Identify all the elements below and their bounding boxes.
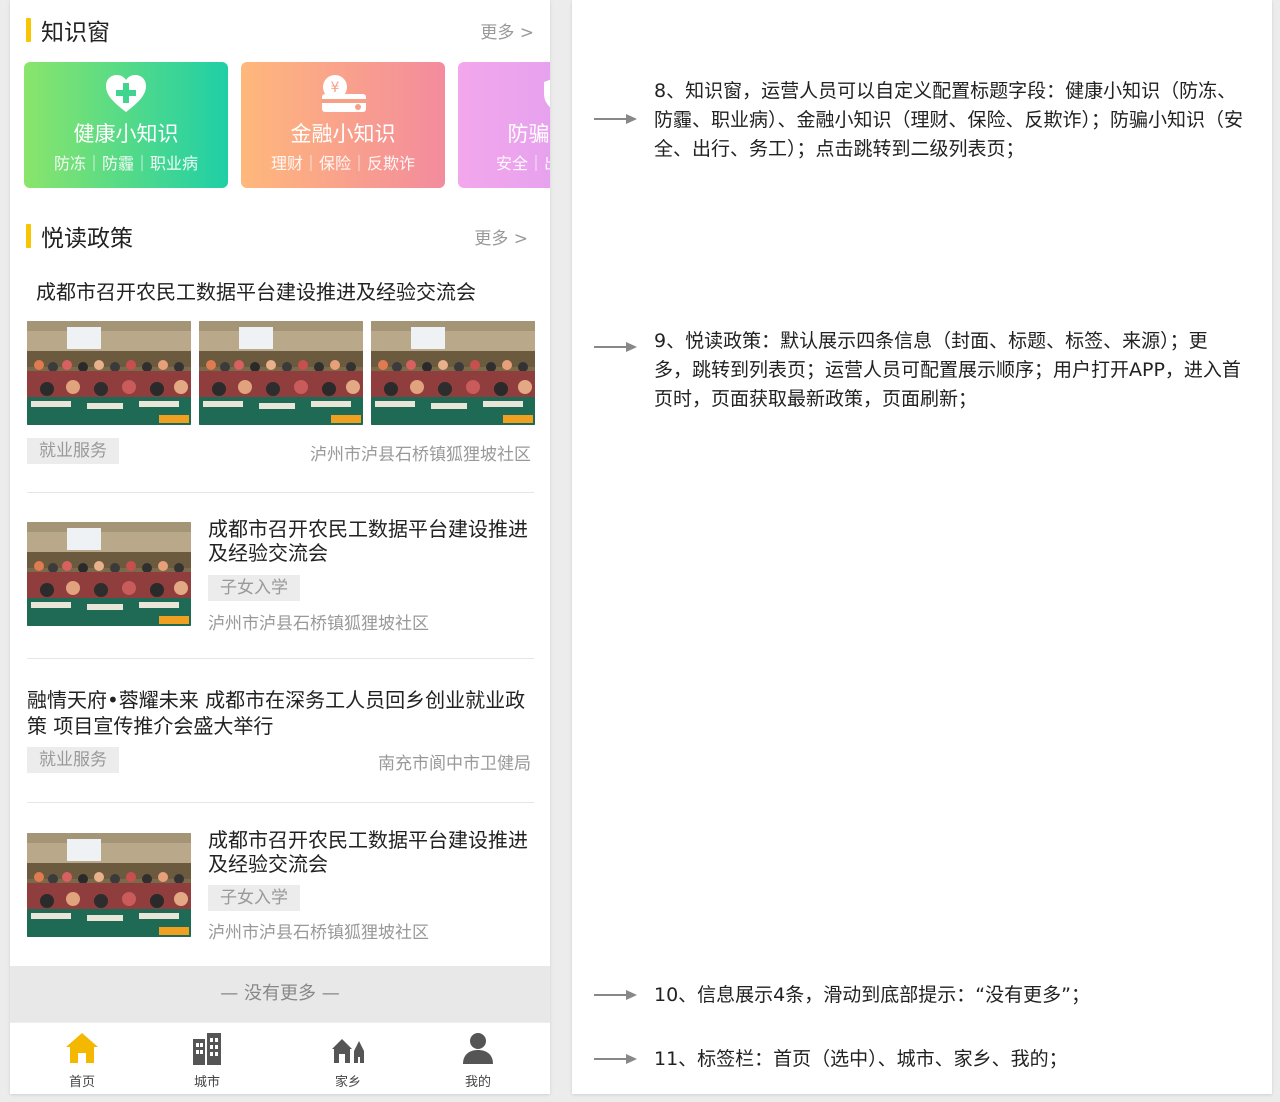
cover-image xyxy=(27,522,191,626)
hometown-icon xyxy=(330,1039,366,1069)
note-knowledge: 8、知识窗，运营人员可以自定义配置标题字段：健康小知识（防冻、防霾、职业病）、金… xyxy=(654,80,1244,160)
phone-screen: 知识窗 更多 > 健康小知识 防冻｜防霾｜职业病 ¥ 金融小知识 理财｜保险｜反… xyxy=(10,0,550,1094)
policy-tag: 就业服务 xyxy=(27,747,119,773)
card-subtitle: 防冻｜防霾｜职业病 xyxy=(53,154,198,173)
tab-label: 城市 xyxy=(193,1075,220,1090)
city-icon xyxy=(189,1033,225,1069)
money-card-icon: ¥ xyxy=(318,74,368,118)
divider xyxy=(27,492,534,493)
profile-icon xyxy=(460,1033,496,1069)
tab-home[interactable]: 首页 xyxy=(42,1031,122,1090)
section-accent-bar xyxy=(26,224,31,248)
card-title: 防骗小知识 xyxy=(507,122,551,146)
policy-section-header: 悦读政策 更多 > xyxy=(26,221,534,252)
cover-image xyxy=(27,321,191,425)
arrow-icon xyxy=(594,1054,637,1064)
svg-text:¥: ¥ xyxy=(331,80,340,96)
finance-knowledge-card[interactable]: ¥ 金融小知识 理财｜保险｜反欺诈 xyxy=(241,62,445,188)
card-title: 健康小知识 xyxy=(73,122,179,146)
tab-label: 首页 xyxy=(68,1075,95,1090)
arrow-icon xyxy=(594,342,637,352)
no-more-footer: — 没有更多 — xyxy=(10,966,550,1022)
tab-label: 我的 xyxy=(464,1075,491,1090)
knowledge-title: 知识窗 xyxy=(41,20,110,46)
arrow-icon xyxy=(594,114,637,124)
fraud-knowledge-card[interactable]: 防骗小知识 安全｜出行｜务工 xyxy=(458,62,550,188)
policy-title: 悦读政策 xyxy=(41,226,133,252)
policy-tag: 子女入学 xyxy=(208,885,300,911)
policy-tag: 子女入学 xyxy=(208,575,300,601)
policy-item-title: 成都市召开农民工数据平台建设推进及经验交流会 xyxy=(36,280,476,304)
policy-item-title: 融情天府•蓉耀未来 成都市在深务工人员回乡创业就业政策 项目宣传推介会盛大举行 xyxy=(27,688,526,738)
knowledge-more-link[interactable]: 更多 > xyxy=(480,18,534,43)
policy-source: 泸州市泸县石桥镇狐狸坡社区 xyxy=(208,923,429,943)
divider xyxy=(27,658,534,659)
knowledge-section-header: 知识窗 更多 > xyxy=(26,15,534,46)
home-icon xyxy=(64,1033,100,1069)
arrow-icon xyxy=(594,990,637,1000)
policy-source: 南充市阆中市卫健局 xyxy=(378,754,531,774)
card-subtitle: 安全｜出行｜务工 xyxy=(495,154,550,173)
tab-label: 家乡 xyxy=(334,1075,361,1090)
card-subtitle: 理财｜保险｜反欺诈 xyxy=(270,154,415,173)
policy-item-title: 成都市召开农民工数据平台建设推进及经验交流会 xyxy=(208,517,528,565)
tab-profile[interactable]: 我的 xyxy=(438,1031,518,1090)
health-knowledge-card[interactable]: 健康小知识 防冻｜防霾｜职业病 xyxy=(24,62,228,188)
knowledge-cards: 健康小知识 防冻｜防霾｜职业病 ¥ 金融小知识 理财｜保险｜反欺诈 防骗小知识 … xyxy=(24,62,550,188)
tab-bar: 首页 城市 家乡 我的 xyxy=(10,1022,550,1094)
policy-source: 泸州市泸县石桥镇狐狸坡社区 xyxy=(208,614,429,634)
policy-source: 泸州市泸县石桥镇狐狸坡社区 xyxy=(310,445,531,465)
cover-image xyxy=(27,833,191,937)
note-tab-bar: 11、标签栏：首页（选中）、城市、家乡、我的； xyxy=(654,1048,1068,1070)
note-no-more: 10、信息展示4条，滑动到底部提示：“没有更多”； xyxy=(654,984,1090,1006)
tab-hometown[interactable]: 家乡 xyxy=(308,1031,388,1090)
cover-image xyxy=(199,321,363,425)
section-accent-bar xyxy=(26,18,31,42)
heart-plus-icon xyxy=(105,74,147,118)
note-policy: 9、悦读政策：默认展示四条信息（封面、标题、标签、来源）；更多，跳转到列表页；运… xyxy=(654,330,1241,410)
policy-more-link[interactable]: 更多 > xyxy=(474,224,528,249)
shield-icon xyxy=(541,74,550,118)
tab-city[interactable]: 城市 xyxy=(167,1031,247,1090)
card-title: 金融小知识 xyxy=(290,122,396,146)
annotation-panel: 8、知识窗，运营人员可以自定义配置标题字段：健康小知识（防冻、防霾、职业病）、金… xyxy=(572,0,1272,1094)
divider xyxy=(27,802,534,803)
policy-tag: 就业服务 xyxy=(27,438,119,464)
cover-image xyxy=(371,321,535,425)
policy-item-title: 成都市召开农民工数据平台建设推进及经验交流会 xyxy=(208,828,528,876)
